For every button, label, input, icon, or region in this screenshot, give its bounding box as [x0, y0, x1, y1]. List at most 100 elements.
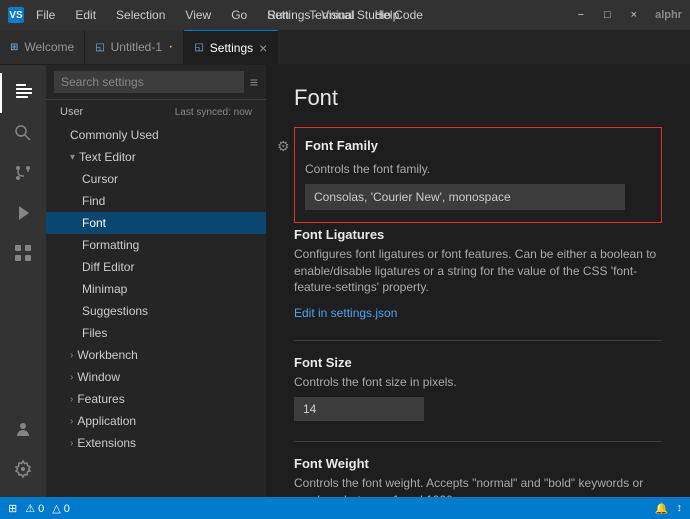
menu-view[interactable]: View: [181, 6, 215, 24]
window-title: Settings - Visual Studio Code: [267, 8, 423, 22]
sidebar-item-files[interactable]: Files: [46, 322, 266, 344]
font-ligatures-name: Font Ligatures: [294, 227, 662, 242]
font-weight-desc: Controls the font weight. Accepts "norma…: [294, 475, 662, 497]
font-family-desc: Controls the font family.: [305, 161, 651, 178]
sidebar-item-diff-editor[interactable]: Diff Editor: [46, 256, 266, 278]
font-section-title: Font: [294, 85, 662, 111]
activity-explorer[interactable]: [0, 73, 46, 113]
tab-settings[interactable]: ◱ Settings ×: [184, 30, 278, 64]
text-editor-label: Text Editor: [79, 150, 136, 164]
sidebar-item-workbench[interactable]: › Workbench: [46, 344, 266, 366]
status-warnings[interactable]: △ 0: [52, 502, 70, 515]
tab-untitled-label: Untitled-1: [111, 40, 162, 54]
extensions-label: Extensions: [77, 436, 136, 450]
tab-untitled[interactable]: ◱ Untitled-1 ·: [85, 30, 184, 64]
welcome-icon: ⊞: [10, 42, 18, 53]
tab-welcome[interactable]: ⊞ Welcome: [0, 30, 85, 64]
minimap-label: Minimap: [82, 282, 127, 296]
font-weight-name: Font Weight: [294, 456, 662, 471]
font-family-name: Font Family: [305, 138, 378, 153]
sidebar-item-cursor[interactable]: Cursor: [46, 168, 266, 190]
font-ligatures-desc: Configures font ligatures or font featur…: [294, 246, 662, 296]
tab-settings-label: Settings: [210, 41, 253, 55]
divider-2: [294, 441, 662, 442]
font-family-gear-icon[interactable]: ⚙: [277, 138, 290, 155]
window-controls: − □ ×: [572, 7, 644, 23]
activity-extensions[interactable]: [0, 233, 46, 273]
menu-selection[interactable]: Selection: [112, 6, 169, 24]
font-family-input[interactable]: [305, 184, 625, 210]
diff-editor-label: Diff Editor: [82, 260, 134, 274]
title-bar-right: − □ × alphr: [572, 7, 682, 23]
status-bar-right: 🔔 ↕: [655, 502, 682, 515]
workbench-chevron: ›: [70, 350, 73, 361]
font-size-setting: Font Size Controls the font size in pixe…: [294, 355, 662, 421]
features-chevron: ›: [70, 394, 73, 405]
font-family-setting: ⚙ Font Family Controls the font family.: [294, 127, 662, 223]
status-bar: ⊞ ⚠ 0 △ 0 🔔 ↕: [0, 497, 690, 519]
sidebar-item-minimap[interactable]: Minimap: [46, 278, 266, 300]
suggestions-label: Suggestions: [82, 304, 148, 318]
extensions-chevron: ›: [70, 438, 73, 449]
close-button[interactable]: ×: [625, 7, 643, 23]
maximize-button[interactable]: □: [598, 7, 617, 23]
workbench-label: Workbench: [77, 348, 137, 362]
sidebar-item-formatting[interactable]: Formatting: [46, 234, 266, 256]
status-notification-icon[interactable]: 🔔: [655, 502, 669, 515]
settings-file-icon: ◱: [194, 42, 203, 53]
font-ligatures-edit-link[interactable]: Edit in settings.json: [294, 306, 397, 320]
window-label: Window: [77, 370, 120, 384]
minimize-button[interactable]: −: [572, 7, 590, 23]
sidebar-item-window[interactable]: › Window: [46, 366, 266, 388]
menu-go[interactable]: Go: [227, 6, 251, 24]
menu-edit[interactable]: Edit: [71, 6, 100, 24]
status-remote-icon[interactable]: ⊞: [8, 502, 17, 515]
tab-bar: ⊞ Welcome ◱ Untitled-1 · ◱ Settings ×: [0, 30, 690, 65]
sidebar-item-font[interactable]: Font: [46, 212, 266, 234]
user-label-text: User: [60, 106, 83, 118]
nav-tree: Commonly Used ▾ Text Editor Cursor Find …: [46, 124, 266, 497]
commonly-used-label: Commonly Used: [70, 128, 159, 142]
settings-content: Font ⚙ Font Family Controls the font fam…: [266, 65, 690, 497]
sidebar-item-features[interactable]: › Features: [46, 388, 266, 410]
activity-account[interactable]: [0, 409, 46, 449]
status-errors[interactable]: ⚠ 0: [25, 502, 44, 515]
search-bar: ≡: [46, 65, 266, 100]
activity-debug[interactable]: [0, 193, 46, 233]
filter-icon[interactable]: ≡: [250, 74, 258, 90]
font-size-input[interactable]: [294, 397, 424, 421]
activity-search[interactable]: [0, 113, 46, 153]
tab-welcome-label: Welcome: [24, 40, 74, 54]
tab-close-button[interactable]: ×: [259, 40, 267, 56]
file-icon: ◱: [95, 42, 104, 53]
window-chevron: ›: [70, 372, 73, 383]
main-area: ≡ User Last synced: now Commonly Used ▾ …: [0, 65, 690, 497]
status-sync-icon[interactable]: ↕: [677, 502, 683, 514]
sidebar-item-commonly-used[interactable]: Commonly Used: [46, 124, 266, 146]
font-label: Font: [82, 216, 106, 230]
sidebar-item-suggestions[interactable]: Suggestions: [46, 300, 266, 322]
activity-source-control[interactable]: [0, 153, 46, 193]
font-size-desc: Controls the font size in pixels.: [294, 374, 662, 391]
cursor-label: Cursor: [82, 172, 118, 186]
font-ligatures-setting: Font Ligatures Configures font ligatures…: [294, 227, 662, 320]
font-size-name: Font Size: [294, 355, 662, 370]
unsaved-dot: ·: [168, 38, 173, 56]
activity-bar: [0, 65, 46, 497]
formatting-label: Formatting: [82, 238, 139, 252]
vscode-icon: VS: [8, 7, 24, 23]
status-bar-left: ⊞ ⚠ 0 △ 0: [8, 502, 70, 515]
user-section-header: User Last synced: now: [46, 100, 266, 124]
sidebar: ≡ User Last synced: now Commonly Used ▾ …: [46, 65, 266, 497]
activity-settings[interactable]: [0, 449, 46, 489]
sidebar-item-find[interactable]: Find: [46, 190, 266, 212]
sidebar-item-extensions[interactable]: › Extensions: [46, 432, 266, 454]
sidebar-item-text-editor[interactable]: ▾ Text Editor: [46, 146, 266, 168]
menu-file[interactable]: File: [32, 6, 59, 24]
font-family-header: Font Family: [305, 138, 651, 157]
alphr-logo: alphr: [655, 9, 682, 21]
sidebar-item-application[interactable]: › Application: [46, 410, 266, 432]
search-input[interactable]: [54, 71, 244, 93]
files-label: Files: [82, 326, 107, 340]
features-label: Features: [77, 392, 124, 406]
